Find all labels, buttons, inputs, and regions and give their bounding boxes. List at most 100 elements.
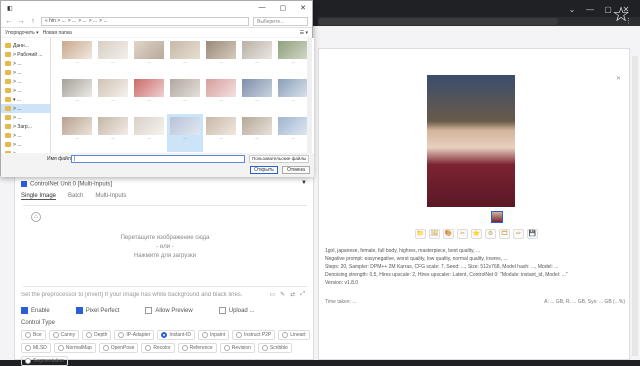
output-tool-icon[interactable]: 🎨 (443, 229, 454, 239)
file-item[interactable]: ... (131, 76, 167, 114)
control-type-option[interactable]: NormalMap (53, 343, 96, 353)
radio-button[interactable] (57, 345, 64, 351)
dialog-minimize-button[interactable]: — (259, 4, 266, 12)
control-type-option[interactable]: MLSD (21, 343, 51, 353)
pen-icon[interactable]: ✎ (280, 291, 285, 298)
organize-button[interactable]: Упорядочить ▾ (5, 30, 39, 36)
image-dropzone[interactable]: ⌂ Перетащите изображение сюда - или - На… (23, 205, 307, 287)
control-type-option[interactable]: Instruct P2P (232, 330, 276, 340)
control-type-option[interactable]: Inpaint (198, 330, 230, 340)
control-type-option[interactable]: Recolor (141, 343, 175, 353)
tab-list-button[interactable]: ⌄ (566, 5, 578, 14)
radio-button[interactable] (25, 358, 31, 364)
expand-icon[interactable]: ⤢ (300, 291, 305, 298)
breadcrumb-segment[interactable]: « hin > ... (45, 18, 66, 24)
option-allow-preview[interactable]: Allow Preview (145, 307, 193, 314)
control-type-option[interactable]: Revision (219, 343, 255, 353)
radio-button[interactable] (118, 332, 125, 338)
file-item[interactable]: ... (275, 76, 311, 114)
file-item[interactable]: ... (59, 114, 95, 152)
tree-item[interactable]: > ... (1, 131, 50, 140)
control-type-option[interactable]: Scribble (257, 343, 292, 353)
tree-item[interactable]: > Загр... (1, 122, 50, 131)
breadcrumb-segment[interactable]: > ... (89, 18, 97, 24)
control-type-option[interactable]: Reference (177, 343, 217, 353)
output-tool-icon[interactable]: ⭐ (471, 229, 482, 239)
file-item[interactable]: ... (239, 76, 275, 114)
tree-item[interactable]: > ... (1, 59, 50, 68)
breadcrumb[interactable]: « hin > ... > ... > ... > ... > ... (41, 16, 249, 26)
tree-item[interactable]: > Рабочий ... (1, 50, 50, 59)
tree-item[interactable]: > ... (1, 140, 50, 149)
radio-button[interactable] (145, 345, 152, 351)
close-icon[interactable]: ✕ (616, 75, 621, 82)
radio-button[interactable] (181, 345, 188, 351)
breadcrumb-segment[interactable]: > ... (99, 18, 107, 24)
file-item[interactable]: ... (167, 76, 203, 114)
control-type-option[interactable]: Все (21, 330, 46, 340)
tree-item[interactable]: > ... (1, 86, 50, 95)
radio-button[interactable] (161, 332, 168, 338)
radio-button[interactable] (236, 332, 243, 338)
control-type-option[interactable]: Segmentation (21, 356, 68, 366)
generated-image[interactable] (427, 75, 515, 207)
radio-button[interactable] (52, 332, 59, 338)
radio-button[interactable] (202, 332, 209, 338)
tree-item[interactable]: > ... (1, 77, 50, 86)
file-item[interactable]: ... (95, 38, 131, 76)
output-tool-icon[interactable]: ✏ (513, 229, 524, 239)
file-item[interactable]: ... (95, 76, 131, 114)
tab-single-image[interactable]: Single Image (21, 193, 57, 200)
control-type-option[interactable]: Canny (48, 330, 80, 340)
swap-icon[interactable]: ⇄ (290, 291, 295, 298)
image-thumbnail[interactable] (491, 211, 503, 223)
option-enable[interactable]: Enable (21, 307, 50, 314)
breadcrumb-segment[interactable]: > ... (78, 18, 86, 24)
open-button[interactable]: Открыть (250, 166, 278, 174)
output-tool-icon[interactable]: 🎞 (499, 229, 510, 239)
file-item[interactable]: ... (95, 114, 131, 152)
control-type-option[interactable]: OpenPose (98, 343, 139, 353)
output-tool-icon[interactable]: 📁 (415, 229, 426, 239)
file-item[interactable]: ... (167, 38, 203, 76)
file-item[interactable]: ... (275, 114, 311, 152)
dialog-maximize-button[interactable]: ▢ (280, 4, 287, 12)
tree-item[interactable]: Данн... (1, 41, 50, 50)
file-item[interactable]: ... (203, 114, 239, 152)
output-tool-icon[interactable]: ✂ (457, 229, 468, 239)
control-type-option[interactable]: Depth (82, 330, 112, 340)
enable-checkbox[interactable] (21, 307, 28, 314)
radio-button[interactable] (102, 345, 109, 351)
tab-multi-inputs[interactable]: Multi-Inputs (95, 193, 126, 200)
tab-batch[interactable]: Batch (68, 193, 83, 200)
output-tool-icon[interactable]: 💾 (527, 229, 538, 239)
radio-button[interactable] (282, 332, 289, 338)
search-input[interactable]: Выберите... (253, 16, 308, 26)
new-folder-button[interactable]: Новая папка (43, 30, 72, 36)
option-pixel-perfect[interactable]: Pixel Perfect (75, 307, 119, 314)
view-options-button[interactable]: ☰ ▾ (300, 30, 308, 36)
controlnet-header[interactable]: ControlNet Unit 0 [Multi-Inputs] (21, 181, 112, 188)
radio-button[interactable] (86, 332, 93, 338)
radio-button[interactable] (25, 345, 31, 351)
file-grid-scrollbar[interactable] (307, 38, 312, 153)
upload-checkbox[interactable] (218, 307, 226, 314)
tree-item[interactable]: > ... (1, 68, 50, 77)
up-arrow-icon[interactable]: ↑ (29, 18, 37, 25)
back-arrow-icon[interactable]: ← (5, 18, 13, 25)
file-item[interactable]: ... (59, 38, 95, 76)
output-tool-icon[interactable]: ⚙ (485, 229, 496, 239)
file-item[interactable]: ... (239, 114, 275, 152)
new-canvas-icon[interactable]: ▭ (269, 291, 275, 298)
file-item[interactable]: ... (203, 38, 239, 76)
file-item[interactable]: ... (131, 114, 167, 152)
tree-item[interactable]: > ... (1, 104, 50, 113)
file-item[interactable]: ... (131, 38, 167, 76)
allow-preview-checkbox[interactable] (145, 307, 153, 314)
minimize-button[interactable]: — (584, 5, 596, 14)
file-item[interactable]: ... (275, 38, 311, 76)
radio-button[interactable] (223, 345, 230, 351)
breadcrumb-segment[interactable]: > ... (68, 18, 76, 24)
cancel-button[interactable]: Отмена (282, 166, 310, 174)
radio-button[interactable] (25, 332, 31, 338)
